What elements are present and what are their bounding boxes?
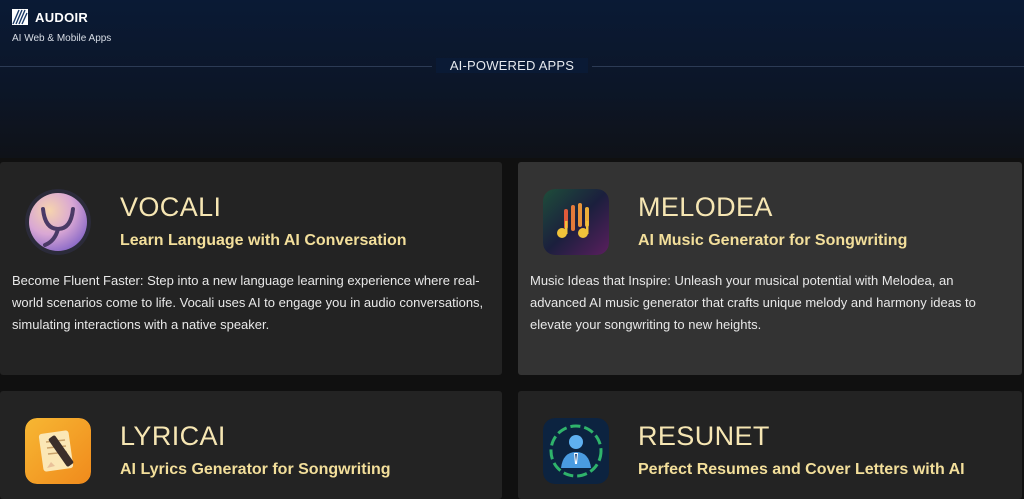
app-description: Music Ideas that Inspire: Unleash your m… bbox=[530, 273, 976, 332]
app-name: LYRICAI bbox=[120, 421, 226, 451]
brand-name: AUDOIR bbox=[35, 9, 89, 25]
app-description: Become Fluent Faster: Step into a new la… bbox=[12, 273, 484, 332]
app-tagline: Perfect Resumes and Cover Letters with A… bbox=[638, 461, 965, 478]
brand[interactable]: AUDOIR bbox=[12, 9, 88, 25]
hero-header: AUDOIR AI Web & Mobile Apps AI-POWERED A… bbox=[0, 0, 1024, 158]
app-name: MELODEA bbox=[638, 192, 773, 222]
vocali-logo-icon bbox=[25, 189, 91, 255]
lyricai-logo-icon bbox=[25, 418, 91, 484]
resunet-logo-icon bbox=[543, 418, 609, 484]
section-title-text: AI-POWERED APPS bbox=[435, 58, 589, 73]
section-title: AI-POWERED APPS bbox=[0, 58, 1024, 73]
app-tagline: AI Lyrics Generator for Songwriting bbox=[120, 461, 391, 478]
audoir-logo-icon bbox=[12, 9, 28, 25]
app-name: RESUNET bbox=[638, 421, 770, 451]
app-tagline: Learn Language with AI Conversation bbox=[120, 232, 407, 249]
app-name: VOCALI bbox=[120, 192, 222, 222]
app-card-melodea[interactable]: MELODEA AI Music Generator for Songwriti… bbox=[518, 162, 1022, 375]
app-card-vocali[interactable]: VOCALI Learn Language with AI Conversati… bbox=[0, 162, 502, 375]
app-card-resunet[interactable]: RESUNET Perfect Resumes and Cover Letter… bbox=[518, 391, 1022, 499]
melodea-logo-icon bbox=[543, 189, 609, 255]
app-card-lyricai[interactable]: LYRICAI AI Lyrics Generator for Songwrit… bbox=[0, 391, 502, 499]
brand-tagline: AI Web & Mobile Apps bbox=[12, 33, 112, 44]
app-tagline: AI Music Generator for Songwriting bbox=[638, 232, 908, 249]
